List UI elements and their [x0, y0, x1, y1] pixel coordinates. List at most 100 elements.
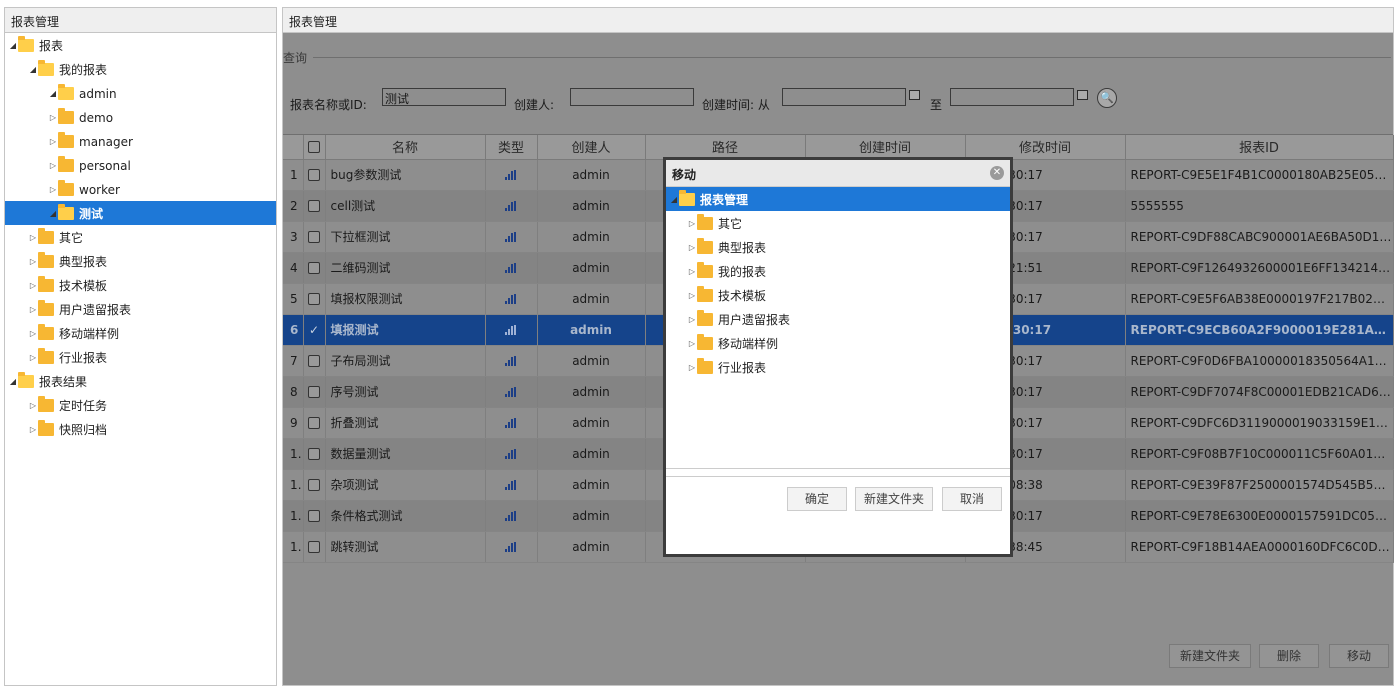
dialog-tree-node[interactable]: ▷ 其它: [666, 211, 1010, 235]
tree-node[interactable]: ◢ 报表: [5, 33, 276, 57]
ok-button[interactable]: 确定: [787, 487, 847, 511]
tree-node[interactable]: ◢ 测试: [5, 201, 276, 225]
row-checkbox[interactable]: [303, 469, 326, 501]
collapse-icon[interactable]: ◢: [8, 370, 18, 394]
tree-node[interactable]: ▷ manager: [5, 129, 276, 153]
cell-name[interactable]: 杂项测试: [325, 469, 486, 501]
col-header-id[interactable]: 报表ID: [1125, 135, 1394, 160]
dialog-tree-node[interactable]: ▷ 技术模板: [666, 283, 1010, 307]
expand-icon[interactable]: ▷: [28, 226, 38, 250]
tree-node[interactable]: ◢ 报表结果: [5, 369, 276, 393]
select-all-checkbox[interactable]: [303, 135, 326, 160]
dialog-new-folder-button[interactable]: 新建文件夹: [855, 487, 933, 511]
row-checkbox[interactable]: [303, 376, 326, 408]
expand-icon[interactable]: ▷: [48, 130, 58, 154]
dialog-tree-root[interactable]: ◢ 报表管理: [666, 187, 1010, 211]
tree-node[interactable]: ▷ 快照归档: [5, 417, 276, 441]
expand-icon[interactable]: ▷: [687, 260, 697, 284]
row-checkbox[interactable]: [303, 407, 326, 439]
collapse-icon[interactable]: ◢: [28, 58, 38, 82]
tree-node[interactable]: ▷ 定时任务: [5, 393, 276, 417]
cell-name[interactable]: 条件格式测试: [325, 500, 486, 532]
time-to-input[interactable]: [950, 88, 1074, 106]
tree-node[interactable]: ▷ 其它: [5, 225, 276, 249]
cancel-button[interactable]: 取消: [942, 487, 1002, 511]
row-checkbox[interactable]: [303, 500, 326, 532]
tree-node[interactable]: ▷ 用户遗留报表: [5, 297, 276, 321]
expand-icon[interactable]: ▷: [687, 308, 697, 332]
search-icon[interactable]: 🔍: [1097, 88, 1117, 108]
delete-button[interactable]: 删除: [1259, 644, 1319, 668]
cell-name[interactable]: 跳转测试: [325, 531, 486, 563]
expand-icon[interactable]: ▷: [687, 212, 697, 236]
tree-node[interactable]: ▷ personal: [5, 153, 276, 177]
row-checkbox[interactable]: [303, 190, 326, 222]
col-header-modified[interactable]: 修改时间: [965, 135, 1126, 160]
tree-node[interactable]: ▷ demo: [5, 105, 276, 129]
cell-name[interactable]: 数据量测试: [325, 438, 486, 470]
row-checkbox[interactable]: [303, 438, 326, 470]
cell-name[interactable]: bug参数测试: [325, 159, 486, 191]
col-header-type[interactable]: 类型: [485, 135, 538, 160]
expand-icon[interactable]: ▷: [48, 178, 58, 202]
cell-name[interactable]: cell测试: [325, 190, 486, 222]
col-header-creator[interactable]: 创建人: [537, 135, 646, 160]
expand-icon[interactable]: ▷: [28, 274, 38, 298]
col-header-created[interactable]: 创建时间: [805, 135, 966, 160]
expand-icon[interactable]: ▷: [28, 298, 38, 322]
cell-name[interactable]: 子布局测试: [325, 345, 486, 377]
expand-icon[interactable]: ▷: [28, 322, 38, 346]
collapse-icon[interactable]: ◢: [48, 202, 58, 226]
dialog-tree-node[interactable]: ▷ 用户遗留报表: [666, 307, 1010, 331]
row-number: 7: [283, 345, 304, 377]
calendar-icon[interactable]: [1077, 90, 1088, 100]
collapse-icon[interactable]: ◢: [8, 34, 18, 58]
tree-node[interactable]: ▷ worker: [5, 177, 276, 201]
close-icon[interactable]: ✕: [990, 166, 1004, 180]
row-checkbox[interactable]: ✓: [303, 314, 326, 346]
calendar-icon[interactable]: [909, 90, 920, 100]
expand-icon[interactable]: ▷: [687, 284, 697, 308]
row-checkbox[interactable]: [303, 283, 326, 315]
collapse-icon[interactable]: ◢: [48, 82, 58, 106]
expand-icon[interactable]: ▷: [28, 394, 38, 418]
col-header-name[interactable]: 名称: [325, 135, 486, 160]
expand-icon[interactable]: ▷: [48, 154, 58, 178]
expand-icon[interactable]: ▷: [687, 356, 697, 380]
new-folder-button[interactable]: 新建文件夹: [1169, 644, 1251, 668]
tree-node-label: 我的报表: [59, 62, 108, 77]
dialog-tree-node[interactable]: ▷ 我的报表: [666, 259, 1010, 283]
cell-name[interactable]: 折叠测试: [325, 407, 486, 439]
dialog-tree-node[interactable]: ▷ 行业报表: [666, 355, 1010, 379]
row-checkbox[interactable]: [303, 159, 326, 191]
collapse-icon[interactable]: ◢: [669, 188, 679, 212]
cell-name[interactable]: 二维码测试: [325, 252, 486, 284]
row-checkbox[interactable]: [303, 345, 326, 377]
dialog-tree-node[interactable]: ▷ 典型报表: [666, 235, 1010, 259]
cell-name[interactable]: 序号测试: [325, 376, 486, 408]
name-input[interactable]: 测试: [382, 88, 506, 106]
row-checkbox[interactable]: [303, 221, 326, 253]
tree-node[interactable]: ▷ 移动端样例: [5, 321, 276, 345]
col-header-path[interactable]: 路径: [645, 135, 806, 160]
dialog-tree-node[interactable]: ▷ 移动端样例: [666, 331, 1010, 355]
expand-icon[interactable]: ▷: [48, 106, 58, 130]
cell-name[interactable]: 填报权限测试: [325, 283, 486, 315]
expand-icon[interactable]: ▷: [687, 236, 697, 260]
time-from-input[interactable]: [782, 88, 906, 106]
expand-icon[interactable]: ▷: [687, 332, 697, 356]
tree-node[interactable]: ▷ 行业报表: [5, 345, 276, 369]
row-checkbox[interactable]: [303, 531, 326, 563]
expand-icon[interactable]: ▷: [28, 346, 38, 370]
cell-name[interactable]: 下拉框测试: [325, 221, 486, 253]
cell-name[interactable]: 填报测试: [325, 314, 486, 346]
row-checkbox[interactable]: [303, 252, 326, 284]
expand-icon[interactable]: ▷: [28, 418, 38, 442]
expand-icon[interactable]: ▷: [28, 250, 38, 274]
tree-node[interactable]: ▷ 典型报表: [5, 249, 276, 273]
move-button[interactable]: 移动: [1329, 644, 1389, 668]
tree-node[interactable]: ▷ 技术模板: [5, 273, 276, 297]
tree-node[interactable]: ◢ admin: [5, 81, 276, 105]
creator-input[interactable]: [570, 88, 694, 106]
tree-node[interactable]: ◢ 我的报表: [5, 57, 276, 81]
